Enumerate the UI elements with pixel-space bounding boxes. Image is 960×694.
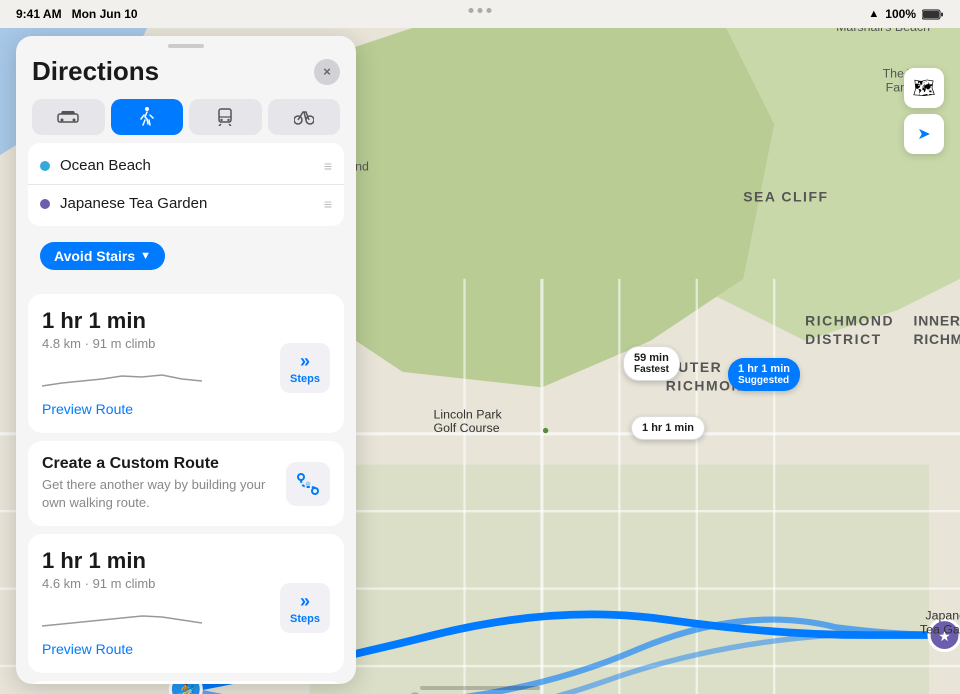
steps-chevron-icon-2: » <box>300 591 310 612</box>
home-indicator <box>420 686 540 690</box>
close-button[interactable]: × <box>314 59 340 85</box>
custom-route-svg <box>295 471 321 497</box>
start-location: Ocean Beach <box>60 157 324 174</box>
svg-text:SEA CLIFF: SEA CLIFF <box>743 189 828 205</box>
route-2-time: 1 hr 1 min <box>42 548 202 574</box>
steps-button-1[interactable]: » Steps <box>280 343 330 393</box>
svg-text:RICHMOND: RICHMOND <box>914 331 960 347</box>
svg-text:Japanese: Japanese <box>925 609 960 623</box>
end-drag-handle: ≡ <box>324 196 332 212</box>
preview-route-1-link[interactable]: Preview Route <box>42 401 133 417</box>
fastest-time: 59 min <box>634 352 669 364</box>
status-bar: 9:41 AM Mon Jun 10 ▲ 100% <box>0 0 960 28</box>
directions-panel: Directions × <box>16 36 356 684</box>
route-1-elevation <box>42 361 202 393</box>
avoid-stairs-label: Avoid Stairs <box>54 248 135 264</box>
start-dot <box>40 161 50 171</box>
battery-level: 100% <box>885 7 916 21</box>
start-input-row[interactable]: Ocean Beach ≡ <box>28 147 344 184</box>
route-1-time: 1 hr 1 min <box>42 308 202 334</box>
svg-text:Lincoln Park: Lincoln Park <box>434 407 503 421</box>
custom-route-card[interactable]: Create a Custom Route Get there another … <box>28 441 344 526</box>
fastest-callout[interactable]: 59 min Fastest <box>623 346 680 381</box>
map-layers-icon: 🗺 <box>913 78 936 99</box>
svg-text:RICHMOND: RICHMOND <box>805 312 894 328</box>
route-card-2[interactable]: 1 hr 1 min 4.6 km · 91 m climb Preview R… <box>28 534 344 673</box>
plain-callout[interactable]: 1 hr 1 min <box>631 416 705 440</box>
battery-icon <box>922 9 944 20</box>
transport-tabs <box>16 91 356 143</box>
bike-icon <box>294 109 314 125</box>
avoid-stairs-button[interactable]: Avoid Stairs ▼ <box>40 242 165 270</box>
routes-list: 1 hr 1 min 4.8 km · 91 m climb Preview R… <box>16 282 356 684</box>
svg-text:Marshall's Beach: Marshall's Beach <box>836 28 930 34</box>
svg-text:INNER: INNER <box>914 312 960 328</box>
panel-title: Directions <box>32 56 159 87</box>
transport-transit-tab[interactable] <box>189 99 262 135</box>
custom-route-icon <box>286 462 330 506</box>
steps-button-2[interactable]: » Steps <box>280 583 330 633</box>
route-card-1[interactable]: 1 hr 1 min 4.8 km · 91 m climb Preview R… <box>28 294 344 433</box>
suggested-label: Suggested <box>738 375 790 386</box>
svg-text:Golf Course: Golf Course <box>434 421 500 435</box>
svg-text:Tea Garden: Tea Garden <box>920 623 960 637</box>
steps-label-2: Steps <box>290 613 320 625</box>
chevron-down-icon: ▼ <box>140 250 151 262</box>
transport-car-tab[interactable] <box>32 99 105 135</box>
map-layers-button[interactable]: 🗺 <box>904 68 944 108</box>
svg-text:DISTRICT: DISTRICT <box>805 331 882 347</box>
custom-route-title: Create a Custom Route <box>42 455 274 473</box>
route-1-detail: 4.8 km · 91 m climb <box>42 336 202 351</box>
plain-time: 1 hr 1 min <box>642 422 694 434</box>
status-time: 9:41 AM Mon Jun 10 <box>16 7 138 21</box>
status-right: ▲ 100% <box>868 7 944 21</box>
route-card-3[interactable]: 59 min 4.6 km · 91 m climb » Steps <box>28 681 344 684</box>
end-input-row[interactable]: Japanese Tea Garden ≡ <box>28 184 344 222</box>
suggested-time: 1 hr 1 min <box>738 363 790 375</box>
map-button-group: 🗺 ➤ <box>904 68 944 154</box>
steps-chevron-icon-1: » <box>300 351 310 372</box>
elevation-chart-2 <box>42 601 202 631</box>
preview-route-2-link[interactable]: Preview Route <box>42 641 133 657</box>
suggested-callout[interactable]: 1 hr 1 min Suggested <box>728 358 800 391</box>
end-dot <box>40 199 50 209</box>
location-icon: ➤ <box>917 124 930 144</box>
transit-icon <box>216 108 234 126</box>
end-location: Japanese Tea Garden <box>60 195 324 212</box>
svg-text:●: ● <box>542 423 549 437</box>
route-2-elevation <box>42 601 202 633</box>
walk-icon <box>140 107 154 127</box>
elevation-chart-1 <box>42 361 202 391</box>
fastest-label: Fastest <box>634 364 669 375</box>
route-2-detail: 4.6 km · 91 m climb <box>42 576 202 591</box>
panel-header: Directions × <box>16 48 356 91</box>
car-icon <box>57 109 79 125</box>
start-drag-handle: ≡ <box>324 158 332 174</box>
custom-route-desc: Get there another way by building your o… <box>42 476 274 512</box>
steps-label-1: Steps <box>290 373 320 385</box>
route-inputs: Ocean Beach ≡ Japanese Tea Garden ≡ <box>28 143 344 226</box>
transport-walk-tab[interactable] <box>111 99 184 135</box>
location-button[interactable]: ➤ <box>904 114 944 154</box>
top-dots <box>469 8 492 13</box>
transport-bike-tab[interactable] <box>268 99 341 135</box>
wifi-icon: ▲ <box>868 8 879 20</box>
